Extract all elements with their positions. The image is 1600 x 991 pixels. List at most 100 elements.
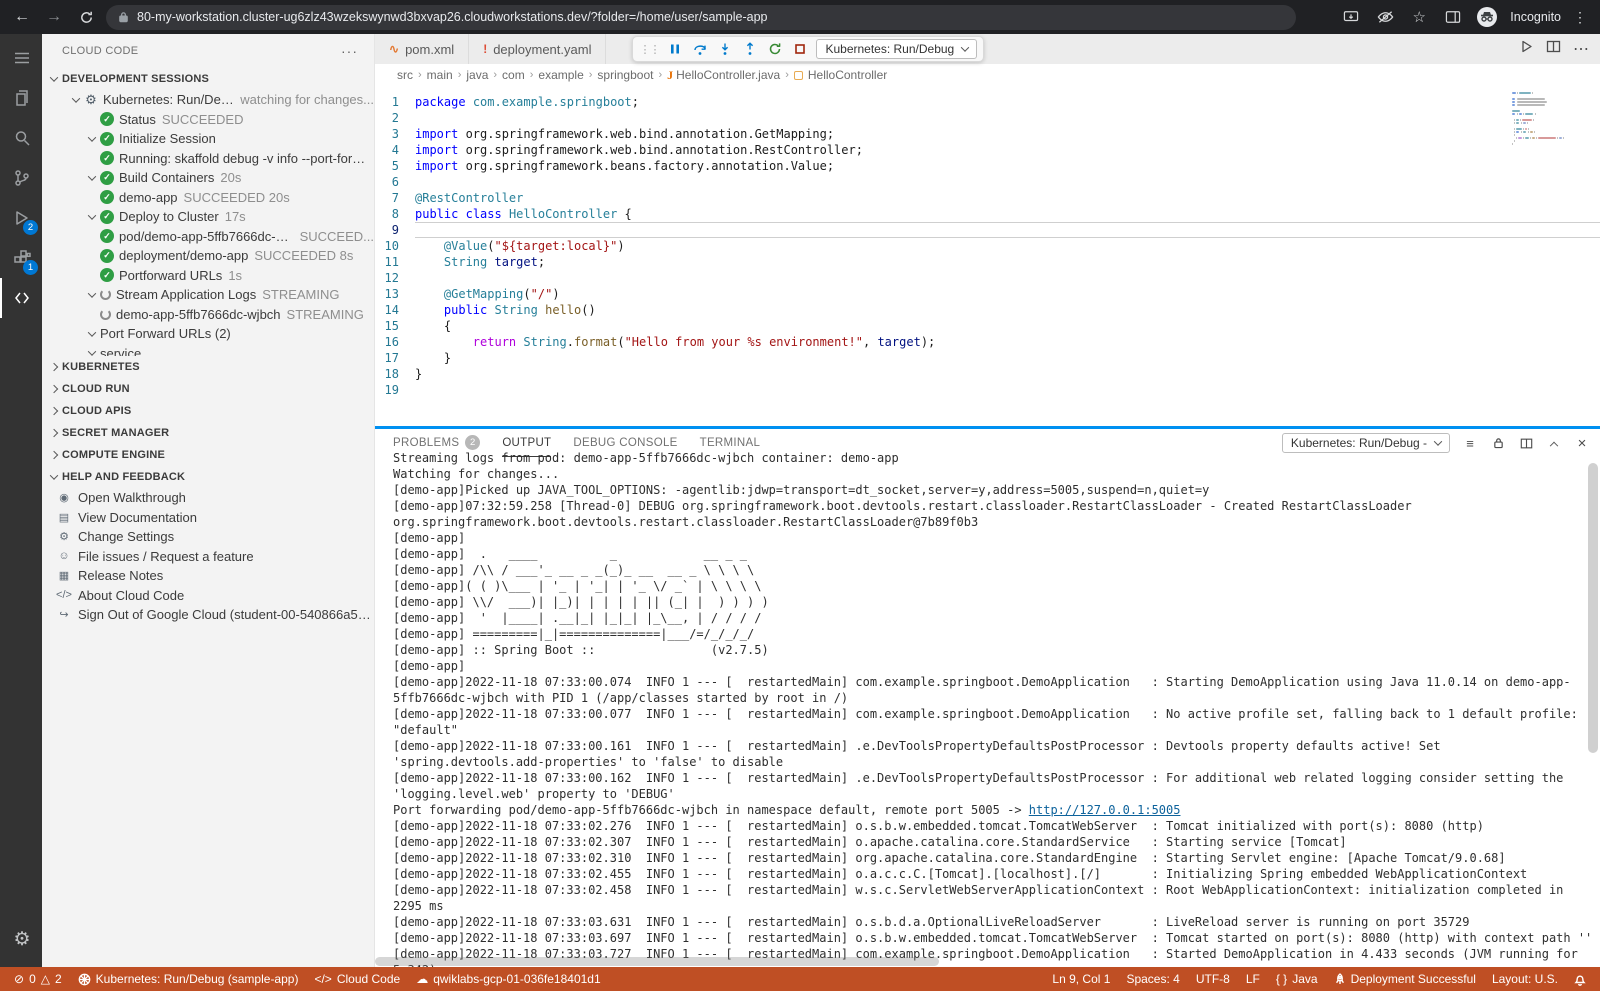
sidebar-more-actions-icon[interactable]: ···: [341, 43, 358, 59]
tab-deployment-yaml[interactable]: ! deployment.yaml: [469, 34, 606, 64]
tree-item[interactable]: ✓Portforward URLs1s: [42, 266, 374, 286]
encoding[interactable]: UTF-8: [1188, 967, 1238, 991]
lock-scroll-icon[interactable]: [1490, 435, 1506, 451]
tab-pom-xml[interactable]: ∿ pom.xml: [375, 34, 469, 64]
help-item[interactable]: </>About Cloud Code: [42, 586, 374, 606]
breadcrumb-item[interactable]: JHelloController.java: [667, 68, 780, 83]
menu-icon[interactable]: [0, 38, 42, 78]
tree-item[interactable]: ✓StatusSUCCEEDED: [42, 110, 374, 130]
chevron-down-icon[interactable]: [84, 292, 100, 298]
cloud-code-icon[interactable]: [0, 278, 42, 318]
chevron-down-icon[interactable]: [84, 175, 100, 181]
side-panel-icon[interactable]: [1442, 6, 1464, 28]
tree-item[interactable]: Port Forward URLs (2): [42, 324, 374, 344]
step-out-button[interactable]: [741, 40, 759, 58]
browser-menu-icon[interactable]: ⋮: [1573, 9, 1588, 26]
drag-handle-icon[interactable]: ⋮⋮: [639, 43, 659, 56]
section-development-sessions[interactable]: DEVELOPMENT SESSIONS: [42, 68, 374, 90]
kubernetes-session-status[interactable]: Kubernetes: Run/Debug (sample-app): [70, 967, 307, 991]
help-item[interactable]: ☺File issues / Request a feature: [42, 547, 374, 567]
pause-button[interactable]: [666, 40, 684, 58]
breadcrumb-item[interactable]: example: [538, 68, 583, 82]
tree-item[interactable]: ✓demo-appSUCCEEDED 20s: [42, 188, 374, 208]
install-app-icon[interactable]: [1340, 6, 1362, 28]
run-file-icon[interactable]: [1519, 39, 1534, 59]
indentation[interactable]: Spaces: 4: [1118, 967, 1187, 991]
help-item[interactable]: ↪Sign Out of Google Cloud (student-00-54…: [42, 605, 374, 625]
explorer-icon[interactable]: [0, 78, 42, 118]
help-item[interactable]: ◉Open Walkthrough: [42, 488, 374, 508]
address-bar[interactable]: 80-my-workstation.cluster-ug6zlz43wzeksw…: [106, 5, 1296, 30]
tree-item[interactable]: Stream Application LogsSTREAMING: [42, 285, 374, 305]
search-icon[interactable]: [0, 118, 42, 158]
stop-button[interactable]: [791, 40, 809, 58]
section-cloud-apis[interactable]: CLOUD APIS: [42, 400, 374, 422]
settings-gear-icon[interactable]: ⚙: [0, 919, 42, 959]
tree-item[interactable]: ✓deployment/demo-appSUCCEEDED 8s: [42, 246, 374, 266]
tree-item[interactable]: demo-app-5ffb7666dc-wjbchSTREAMING: [42, 305, 374, 325]
line-number: 11: [375, 254, 415, 270]
notifications-bell[interactable]: [1566, 967, 1594, 991]
chevron-down-icon[interactable]: [68, 97, 84, 103]
eol-sequence[interactable]: LF: [1238, 967, 1268, 991]
help-item[interactable]: ▤View Documentation: [42, 508, 374, 528]
tree-item[interactable]: ✓Deploy to Cluster17s: [42, 207, 374, 227]
run-debug-icon[interactable]: 2: [0, 198, 42, 238]
section-help-feedback[interactable]: HELP AND FEEDBACK: [42, 466, 374, 488]
close-panel-icon[interactable]: ×: [1574, 435, 1590, 451]
gcp-project-status[interactable]: ☁ qwiklabs-gcp-01-036fe18401d1: [408, 967, 608, 991]
tree-item-status: 17s: [225, 209, 246, 224]
restart-button[interactable]: [766, 40, 784, 58]
incognito-avatar[interactable]: [1476, 6, 1498, 28]
tree-item[interactable]: service: [42, 344, 374, 357]
help-item[interactable]: ⚙Change Settings: [42, 527, 374, 547]
breadcrumb-item[interactable]: springboot: [597, 68, 653, 82]
breadcrumb-item[interactable]: HelloController: [794, 68, 887, 82]
panel-vertical-scrollbar[interactable]: [1588, 463, 1598, 753]
back-button[interactable]: ←: [10, 5, 34, 29]
tree-item-label: Status: [119, 112, 156, 127]
reload-button[interactable]: [74, 5, 98, 29]
tree-item[interactable]: ⚙Kubernetes: Run/Debugwatching for chang…: [42, 90, 374, 110]
breadcrumb-item[interactable]: com: [502, 68, 525, 82]
source-control-icon[interactable]: [0, 158, 42, 198]
code-editor[interactable]: 1package com.example.springboot;23import…: [375, 86, 1600, 426]
section-kubernetes[interactable]: KUBERNETES: [42, 356, 374, 378]
step-over-button[interactable]: [691, 40, 709, 58]
section-secret-manager[interactable]: SECRET MANAGER: [42, 422, 374, 444]
help-item[interactable]: ▦Release Notes: [42, 566, 374, 586]
debug-config-dropdown[interactable]: Kubernetes: Run/Debug: [816, 39, 977, 59]
chevron-down-icon[interactable]: [84, 136, 100, 142]
port-forward-link[interactable]: http://127.0.0.1:5005: [1029, 803, 1181, 817]
cursor-position[interactable]: Ln 9, Col 1: [1044, 967, 1118, 991]
split-editor-icon[interactable]: [1546, 39, 1561, 59]
forward-button[interactable]: →: [42, 5, 66, 29]
breadcrumb-item[interactable]: java: [466, 68, 488, 82]
section-cloud-run[interactable]: CLOUD RUN: [42, 378, 374, 400]
tree-item[interactable]: ✓Initialize Session: [42, 129, 374, 149]
clear-output-icon[interactable]: ≡: [1462, 435, 1478, 451]
breadcrumb-item[interactable]: main: [427, 68, 453, 82]
keyboard-layout[interactable]: Layout: U.S.: [1484, 967, 1566, 991]
cloud-code-status[interactable]: </> Cloud Code: [306, 967, 408, 991]
chevron-down-icon[interactable]: [84, 214, 100, 220]
output-log[interactable]: Streaming logs from pod: demo-app-5ffb76…: [375, 450, 1600, 967]
bookmark-star-icon[interactable]: ☆: [1408, 6, 1430, 28]
extensions-icon[interactable]: 1: [0, 238, 42, 278]
more-actions-icon[interactable]: ⋯: [1573, 39, 1590, 59]
maximize-panel-icon[interactable]: [1546, 435, 1562, 451]
minimap[interactable]: [1512, 92, 1584, 148]
password-eye-off-icon[interactable]: [1374, 6, 1396, 28]
section-compute-engine[interactable]: COMPUTE ENGINE: [42, 444, 374, 466]
tree-item[interactable]: ✓pod/demo-app-5ffb7666dc-wjbchSUCCEED...: [42, 227, 374, 247]
tree-item[interactable]: ✓Build Containers20s: [42, 168, 374, 188]
step-into-button[interactable]: [716, 40, 734, 58]
problems-status[interactable]: ⊘ 0 △ 2: [6, 967, 70, 991]
tree-item[interactable]: ✓Running: skaffold debug -v info --port-…: [42, 149, 374, 169]
deployment-status[interactable]: Deployment Successful: [1326, 967, 1484, 991]
language-mode[interactable]: { } Java: [1268, 967, 1326, 991]
breadcrumb-item[interactable]: src: [397, 68, 413, 82]
panel-horizontal-scrollbar[interactable]: [375, 957, 939, 966]
split-panel-icon[interactable]: [1518, 435, 1534, 451]
chevron-down-icon[interactable]: [84, 331, 100, 337]
